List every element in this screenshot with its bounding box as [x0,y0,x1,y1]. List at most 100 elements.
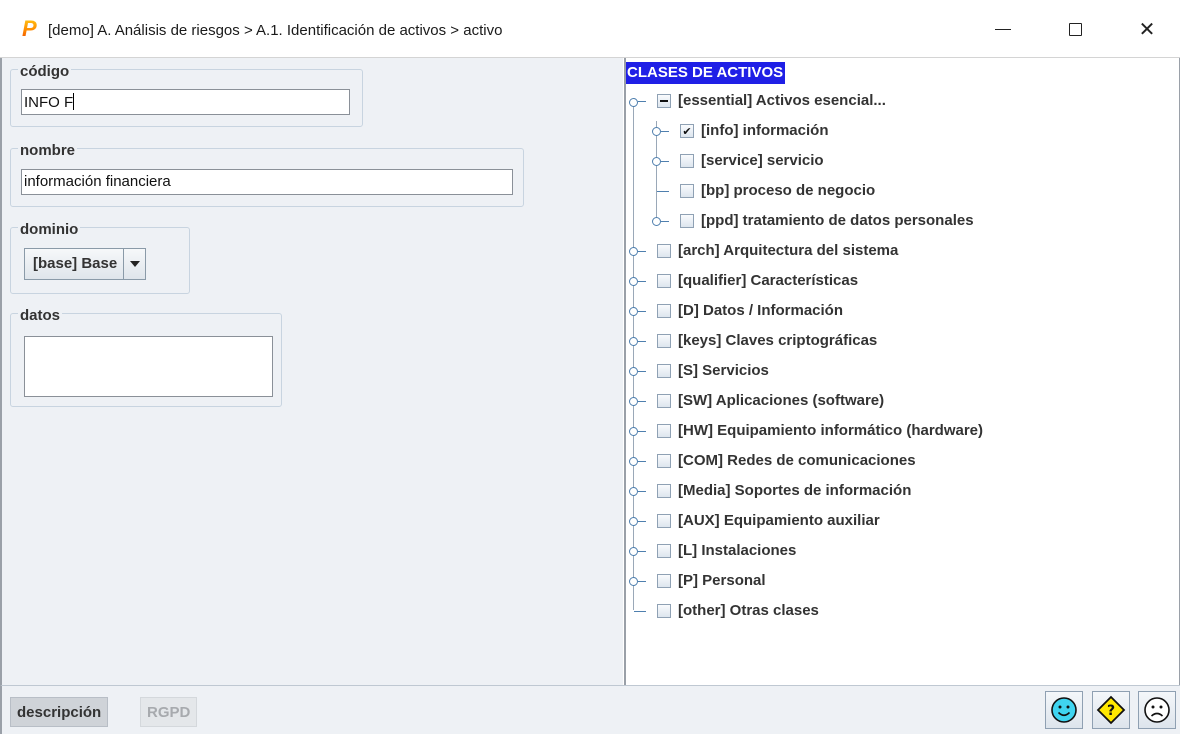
minimize-button[interactable] [974,0,1032,58]
maximize-button[interactable] [1046,0,1104,58]
tree-connector [638,101,646,102]
tree-collapsed-icon[interactable] [629,427,638,436]
codigo-input[interactable]: INFO F [21,89,350,115]
dominio-group: dominio [base] Base [10,221,190,294]
tree-item[interactable]: ✔ [info] información [649,116,1166,146]
tree-item[interactable]: [service] servicio [649,146,1166,176]
tree-collapsed-icon[interactable] [629,577,638,586]
tree-item-label: [Media] Soportes de información [678,482,912,499]
tree-item[interactable]: [Media] Soportes de información [626,476,1166,506]
tree-collapsed-icon[interactable] [629,247,638,256]
tree-item[interactable]: [arch] Arquitectura del sistema [626,236,1166,266]
tree-item[interactable]: [D] Datos / Información [626,296,1166,326]
tree-collapsed-icon[interactable] [629,547,638,556]
help-status-button[interactable]: ? [1092,691,1130,729]
tree-collapsed-icon[interactable] [629,457,638,466]
tree-connector [634,611,646,612]
tree-connector [661,221,669,222]
unchecked-checkbox-icon[interactable] [657,454,671,468]
tab-rgpd[interactable]: RGPD [140,697,198,727]
tree-item-label: [P] Personal [678,572,766,589]
main-area: código INFO F nombre información financi… [0,58,1180,685]
tree-connector [638,311,646,312]
tree-item[interactable]: [P] Personal [626,566,1166,596]
tree-item[interactable]: [HW] Equipamiento informático (hardware) [626,416,1166,446]
codigo-group: código INFO F [10,63,363,127]
tree-connector [638,281,646,282]
tree-collapsed-icon[interactable] [652,127,661,136]
tree-item-label: [ppd] tratamiento de datos personales [701,212,974,229]
tree-collapsed-icon[interactable] [629,517,638,526]
unchecked-checkbox-icon[interactable] [657,574,671,588]
unchecked-checkbox-icon[interactable] [657,304,671,318]
ok-status-button[interactable] [1045,691,1083,729]
tree-connector [638,581,646,582]
unchecked-checkbox-icon[interactable] [657,244,671,258]
tree-item[interactable]: [qualifier] Características [626,266,1166,296]
tree-item-label: [keys] Claves criptográficas [678,332,878,349]
bottom-bar: descripción RGPD ? [0,685,1180,734]
tree-item[interactable]: [bp] proceso de negocio [649,176,1166,206]
unchecked-checkbox-icon[interactable] [657,424,671,438]
unchecked-checkbox-icon[interactable] [657,274,671,288]
tree-item[interactable]: [L] Instalaciones [626,536,1166,566]
tree-item-label: [D] Datos / Información [678,302,844,319]
tree-collapsed-icon[interactable] [629,397,638,406]
tree-collapsed-icon[interactable] [652,217,661,226]
tree-item[interactable]: [COM] Redes de comunicaciones [626,446,1166,476]
tree-item-label: [info] información [701,122,829,139]
unchecked-checkbox-icon[interactable] [657,544,671,558]
tree-collapsed-icon[interactable] [629,277,638,286]
tree-connector [638,551,646,552]
tab-descripcion[interactable]: descripción [10,697,109,727]
asset-class-tree-panel: CLASES DE ACTIVOS [essential] Activos es… [624,58,1180,685]
tree-root-header[interactable]: CLASES DE ACTIVOS [626,62,786,84]
tree-item-label: [other] Otras clases [678,602,819,619]
tree-collapsed-icon[interactable] [629,307,638,316]
nombre-value: información financiera [24,173,171,190]
tree-collapsed-icon[interactable] [629,367,638,376]
unchecked-checkbox-icon[interactable] [657,484,671,498]
dropdown-arrow-icon[interactable] [124,249,145,279]
tree-item-label: [qualifier] Características [678,272,859,289]
dominio-selected-value: [base] Base [25,249,125,279]
tree-item-label: [HW] Equipamiento informático (hardware) [678,422,984,439]
unchecked-checkbox-icon[interactable] [680,154,694,168]
nombre-input[interactable]: información financiera [21,169,513,195]
unchecked-checkbox-icon[interactable] [657,394,671,408]
unchecked-checkbox-icon[interactable] [657,364,671,378]
codigo-value: INFO F [24,94,74,111]
tree-collapsed-icon[interactable] [652,157,661,166]
tree-item[interactable]: [other] Otras clases [626,596,1166,626]
error-status-button[interactable] [1138,691,1176,729]
nombre-label: nombre [18,142,78,160]
tree-collapsed-icon[interactable] [629,487,638,496]
unchecked-checkbox-icon[interactable] [657,604,671,618]
tree-expanded-icon[interactable] [629,98,638,107]
tree-connector [638,491,646,492]
tree-collapsed-icon[interactable] [629,337,638,346]
unchecked-checkbox-icon[interactable] [657,334,671,348]
tree-item[interactable]: [keys] Claves criptográficas [626,326,1166,356]
tree-item[interactable]: [S] Servicios [626,356,1166,386]
tree-item-label: [arch] Arquitectura del sistema [678,242,899,259]
tree-item[interactable]: [SW] Aplicaciones (software) [626,386,1166,416]
tree-item[interactable]: [ppd] tratamiento de datos personales [649,206,1166,236]
close-button[interactable]: ✕ [1118,0,1176,58]
datos-textarea[interactable] [24,336,273,397]
tree-item-label: [L] Instalaciones [678,542,797,559]
unchecked-checkbox-icon[interactable] [657,514,671,528]
svg-text:?: ? [1107,703,1115,719]
tree-item-label: [service] servicio [701,152,824,169]
dominio-select[interactable]: [base] Base [24,248,147,280]
tree-connector [657,191,669,192]
window-title: [demo] A. Análisis de riesgos > A.1. Ide… [48,22,503,39]
form-panel: código INFO F nombre información financi… [0,58,623,685]
tree-item[interactable]: [AUX] Equipamiento auxiliar [626,506,1166,536]
checked-checkbox-icon[interactable]: ✔ [680,124,694,138]
collapse-minus-icon[interactable] [657,94,671,108]
unchecked-checkbox-icon[interactable] [680,214,694,228]
unchecked-checkbox-icon[interactable] [680,184,694,198]
tree-item-label: [SW] Aplicaciones (software) [678,392,885,409]
tree-item[interactable]: [essential] Activos esencial... [626,86,1166,116]
